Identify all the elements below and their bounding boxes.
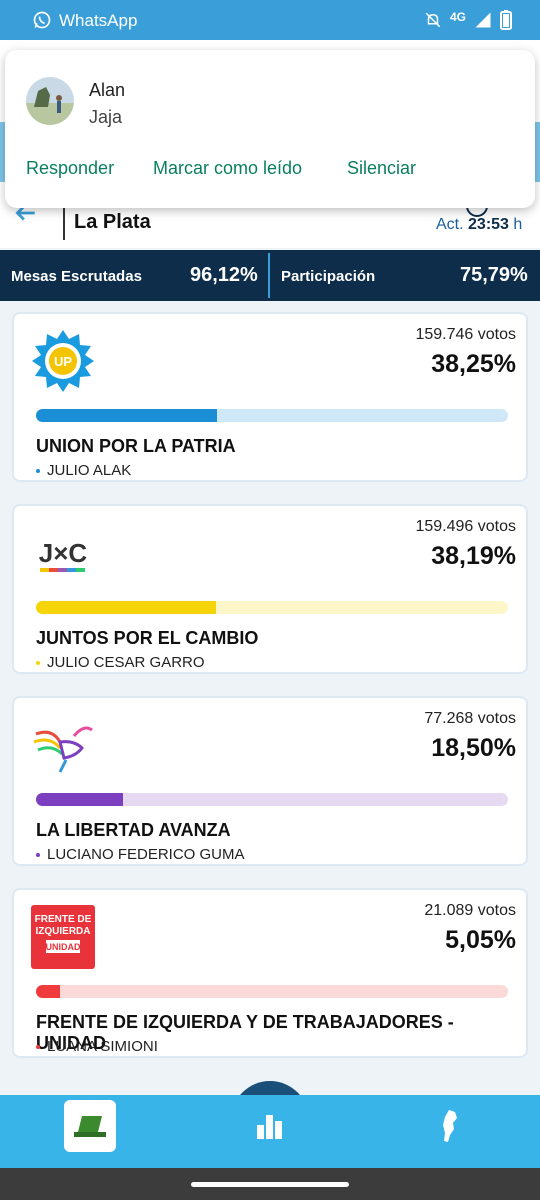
candidate-row: JULIO ALAK [36,462,131,479]
vote-percent: 38,19% [431,542,516,570]
ballot-icon [74,1116,106,1137]
vote-share-bar [36,793,508,806]
candidate-dot [36,853,40,858]
home-gesture-pill[interactable] [191,1182,349,1187]
vote-share-bar [36,601,508,614]
notification-sender: Alan [89,80,126,100]
votes-count: 159.496 votos [415,518,516,535]
fit-logo-line1: FRENTE DE [35,914,92,925]
mesas-label: Mesas Escrutadas [11,268,142,285]
vote-share-fill [36,409,217,422]
vote-share-bar [36,409,508,422]
juntos-por-el-cambio-logo: J×C [39,538,88,572]
participation-value: 75,79% [460,264,528,286]
candidate-name: LUCIANO FEDERICO GUMA [47,846,245,863]
up-logo-text: UP [54,354,72,369]
votes-count: 21.089 votos [424,902,516,919]
candidate-row: JULIO CESAR GARRO [36,654,205,671]
stats-bar: Mesas Escrutadas 96,12% Participación 75… [0,250,540,301]
whatsapp-notification[interactable]: Alan Jaja Responder Marcar como leído Si… [5,50,535,208]
bottom-navigation [0,1095,540,1168]
nav-stats-button[interactable] [244,1100,296,1152]
update-time-value: 23:53 [468,216,509,233]
candidate-dot [36,1045,40,1050]
mesas-value: 96,12% [190,264,258,286]
la-libertad-avanza-logo [33,726,93,773]
candidate-row: LUCIANO FEDERICO GUMA [36,846,245,863]
nav-ballot-button[interactable] [64,1100,116,1152]
union-por-la-patria-logo: UP [32,330,94,392]
header-divider [63,206,65,240]
map-icon [443,1110,457,1142]
stats-divider [268,253,270,298]
status-app-name: WhatsApp [59,11,138,30]
network-type: 4G [449,10,466,24]
result-card-jxc[interactable]: J×C 159.496 votos 38,19% JUNTOS POR EL C… [12,504,528,674]
status-bar: WhatsApp 4G [0,0,540,40]
participation-label: Participación [281,268,376,285]
update-suffix: h [513,216,523,233]
signal-icon [475,12,491,28]
status-icons: 4G [424,10,512,30]
mute-button[interactable]: Silenciar [347,158,416,179]
frente-de-izquierda-logo: FRENTE DE IZQUIERDA UNIDAD [31,905,95,969]
avatar [26,77,74,125]
vote-share-bar [36,985,508,998]
whatsapp-icon [33,11,51,29]
nav-map-button[interactable] [424,1100,476,1152]
bell-off-icon [425,12,441,28]
vote-percent: 18,50% [431,734,516,762]
update-label: Act. [436,216,464,233]
vote-share-fill [36,601,217,614]
jxc-logo-text: J×C [39,538,88,568]
vote-percent: 5,05% [445,926,516,954]
candidate-row: LUANA SIMIONI [36,1038,158,1055]
candidate-dot [36,661,40,666]
location-title: La Plata [74,211,151,233]
candidate-name: JULIO ALAK [47,462,132,479]
reply-button[interactable]: Responder [26,158,114,179]
battery-icon [500,10,512,30]
result-card-fit[interactable]: FRENTE DE IZQUIERDA UNIDAD 21.089 votos … [12,888,528,1058]
party-name: UNION POR LA PATRIA [36,436,236,456]
notification-message: Jaja [89,107,123,127]
result-card-up[interactable]: UP 159.746 votos 38,25% UNION POR LA PAT… [12,312,528,482]
votes-count: 159.746 votos [415,326,516,343]
candidate-name: LUANA SIMIONI [47,1038,158,1055]
fit-logo-line2: IZQUIERDA [36,926,91,937]
system-navigation-bar [0,1168,540,1200]
party-name: JUNTOS POR EL CAMBIO [36,628,259,648]
candidate-dot [36,469,40,474]
result-card-lla[interactable]: 77.268 votos 18,50% LA LIBERTAD AVANZA L… [12,696,528,866]
vote-percent: 38,25% [431,350,516,378]
mark-read-button[interactable]: Marcar como leído [153,158,302,179]
vote-share-fill [36,985,60,998]
fit-logo-line3: UNIDAD [46,942,81,952]
vote-share-fill [36,793,124,806]
update-time: Act. 23:53 h [436,216,522,234]
candidate-name: JULIO CESAR GARRO [47,654,205,671]
bar-chart-icon [257,1115,282,1139]
party-name: LA LIBERTAD AVANZA [36,820,231,840]
votes-count: 77.268 votos [424,710,516,727]
